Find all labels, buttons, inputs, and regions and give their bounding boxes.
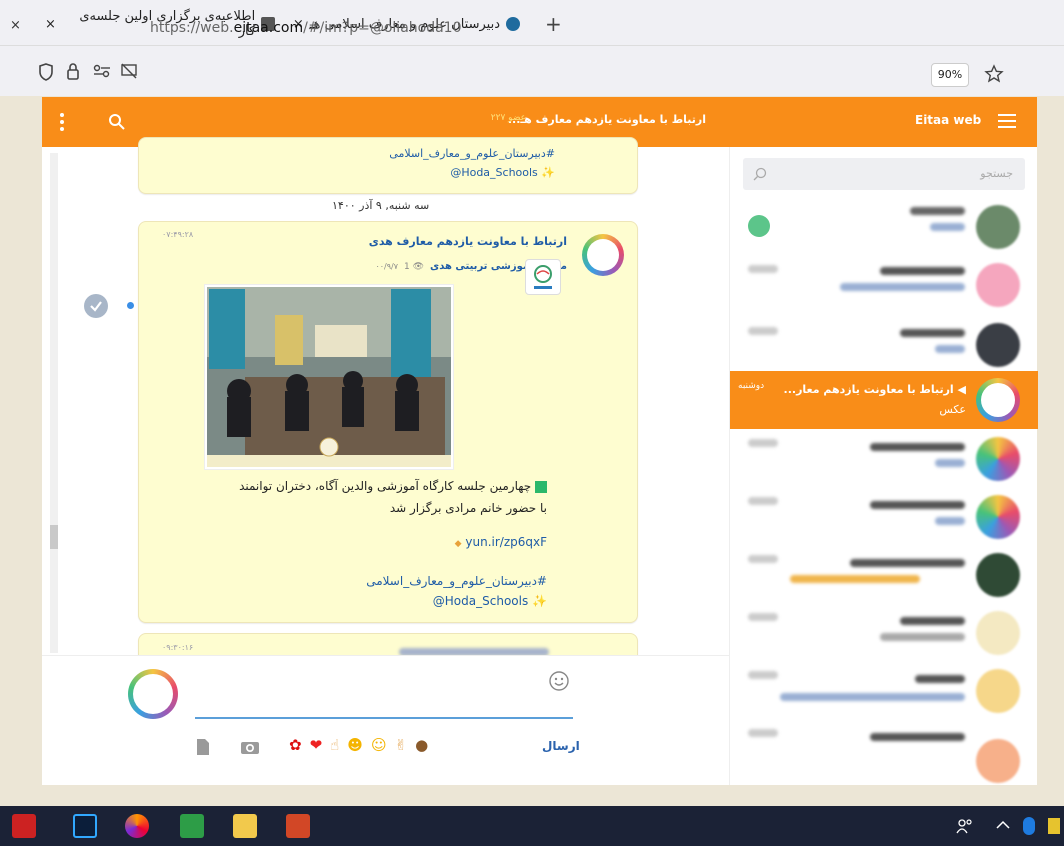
kiss-emoji-icon[interactable]: ☻ <box>347 736 363 754</box>
search-icon[interactable] <box>108 113 126 131</box>
view-count: 1 👁 <box>404 261 425 272</box>
member-count: عضو ۲۲۷ <box>490 113 526 123</box>
photoshop-app-icon[interactable] <box>73 814 97 838</box>
next-message-time: ۰۹:۳۰:۱۶ <box>162 643 194 652</box>
search-box[interactable]: جستجو <box>743 158 1025 190</box>
chat-list-sidebar: جستجو ◀ ارتباط با معاونت یازدهم معار... … <box>729 147 1038 785</box>
chat-list-item[interactable] <box>730 603 1038 661</box>
monkey-emoji-icon[interactable]: ● <box>415 736 428 754</box>
forward-date: ۰۰/۹/۷ <box>375 262 399 271</box>
search-placeholder: جستجو <box>980 167 1013 180</box>
file-explorer-icon[interactable] <box>233 814 257 838</box>
chat-list-item[interactable] <box>730 197 1038 255</box>
firefox-app-icon[interactable] <box>125 814 149 838</box>
composer: ✿ ❤ ☝ ☻ ☺ ✌ ● ارسال <box>42 655 729 785</box>
powerpoint-app-icon[interactable] <box>286 814 310 838</box>
chat-scrollbar[interactable] <box>50 153 58 653</box>
forwarded-channel-logo <box>525 259 561 295</box>
message-handle[interactable]: @Hoda_Schools ✨ <box>433 594 547 608</box>
bookmark-star-icon[interactable] <box>984 64 1004 84</box>
heart-emoji-icon[interactable]: ❤ <box>310 736 323 754</box>
people-icon[interactable] <box>956 818 974 834</box>
zoom-level[interactable]: 90% <box>931 63 969 87</box>
bluetooth-icon[interactable] <box>1023 817 1035 835</box>
message-time: ۰۷:۴۹:۲۸ <box>162 230 194 239</box>
chat-list-item[interactable] <box>730 429 1038 487</box>
attach-file-icon[interactable] <box>195 738 211 756</box>
message-photo[interactable] <box>204 284 454 470</box>
emoji-picker-icon[interactable] <box>548 670 570 692</box>
tray-app-icon[interactable] <box>1048 818 1060 834</box>
eitaa-app: ارتباط با معاونت یازدهم معارف هـ... عضو … <box>42 97 1038 785</box>
prev-message-bubble[interactable]: #دبیرستان_علوم_و_معارف_اسلامی @Hoda_Scho… <box>138 137 638 194</box>
composer-avatar <box>128 669 178 719</box>
heart-eyes-emoji-icon[interactable]: ☺ <box>371 736 387 754</box>
sparkle-emoji-icon <box>535 480 547 493</box>
url-text[interactable]: https://web.eitaa.com/#/im?p=@oliahoda10 <box>150 20 462 36</box>
tab-1-close-icon[interactable]: × <box>45 17 56 32</box>
channel-megaphone-icon: ◀ <box>957 383 966 396</box>
camtasia-app-icon[interactable] <box>180 814 204 838</box>
shield-icon[interactable] <box>38 63 54 81</box>
navigation-bar <box>0 46 1064 96</box>
close-tab-icon[interactable]: × <box>10 18 21 33</box>
tab-2-favicon-icon <box>506 17 520 31</box>
chat-list-item-active[interactable]: ◀ ارتباط با معاونت یازدهم معار... دوشنبه… <box>730 371 1038 429</box>
message-bubble[interactable]: ۰۷:۴۹:۲۸ ارتباط با معاونت یازدهم معارف ه… <box>138 221 638 623</box>
chat-list-item[interactable] <box>730 545 1038 603</box>
unread-dot <box>127 302 134 309</box>
message-link[interactable]: ◆ yun.ir/zp6qxF <box>455 535 547 549</box>
camera-icon[interactable] <box>240 739 260 755</box>
hamburger-menu-icon[interactable] <box>998 113 1016 129</box>
message-input[interactable] <box>195 717 573 719</box>
active-chat-name: ◀ ارتباط با معاونت یازدهم معار... <box>783 383 966 396</box>
sidebar-search-icon <box>753 167 767 181</box>
prev-hashtag[interactable]: #دبیرستان_علوم_و_معارف_اسلامی <box>389 147 555 160</box>
message-hashtag[interactable]: #دبیرستان_علوم_و_معارف_اسلامی <box>366 574 547 588</box>
rose-emoji-icon[interactable]: ✿ <box>289 736 302 754</box>
active-chat-day: دوشنبه <box>738 381 765 391</box>
active-chat-avatar <box>976 378 1020 422</box>
chevron-up-icon[interactable] <box>996 819 1010 831</box>
screen-share-blocked-icon[interactable] <box>120 62 138 80</box>
chat-area: #دبیرستان_علوم_و_معارف_اسلامی @Hoda_Scho… <box>42 137 729 785</box>
chat-list-item[interactable] <box>730 313 1038 371</box>
chat-list-item[interactable] <box>730 719 1038 783</box>
ok-hand-emoji-icon[interactable]: ✌ <box>395 736 408 754</box>
quick-emoji-bar: ✿ ❤ ☝ ☻ ☺ ✌ ● <box>289 736 428 754</box>
send-button[interactable]: ارسال <box>542 739 580 753</box>
lock-icon[interactable] <box>66 62 80 80</box>
active-chat-preview: عکس <box>939 403 966 416</box>
message-text-line-2: با حضور خانم مرادی برگزار شد <box>389 501 547 515</box>
app-name: Eitaa web <box>915 113 982 127</box>
prev-handle[interactable]: @Hoda_Schools ✨ <box>450 166 555 179</box>
chat-list-item[interactable] <box>730 487 1038 545</box>
permissions-icon[interactable] <box>93 64 111 78</box>
message-text-line-1: چهارمین جلسه کارگاه آموزشی والدین آگاه، … <box>239 479 547 493</box>
channel-name[interactable]: ارتباط با معاونت یازدهم معارف هدی <box>369 235 567 248</box>
windows-taskbar <box>0 806 1064 846</box>
chat-list-item[interactable] <box>730 661 1038 719</box>
chat-list-item[interactable] <box>730 255 1038 313</box>
channel-avatar[interactable] <box>582 234 624 276</box>
point-up-emoji-icon[interactable]: ☝ <box>330 736 339 754</box>
foxit-app-icon[interactable] <box>12 814 36 838</box>
select-message-icon[interactable] <box>84 294 108 318</box>
date-divider: سه شنبه, ۹ آذر ۱۴۰۰ <box>332 199 430 212</box>
more-menu-icon[interactable] <box>59 112 65 132</box>
new-tab-icon[interactable]: + <box>545 12 562 36</box>
